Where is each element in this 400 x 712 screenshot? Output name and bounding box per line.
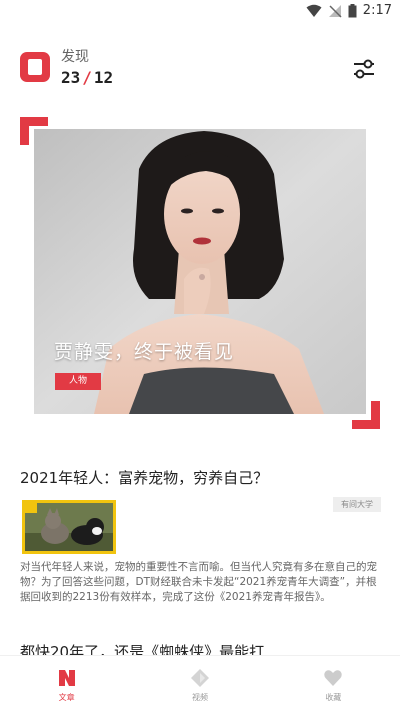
nav-item-favorites[interactable]: 收藏 (267, 656, 400, 712)
source-tag: 有间大学 (333, 497, 381, 512)
video-icon (190, 669, 209, 687)
nav-label-articles: 文章 (58, 693, 75, 702)
article-title[interactable]: 2021年轻人：富养宠物，穷养自己？ (20, 467, 268, 488)
page-counter: 23/12 (61, 68, 113, 88)
nav-label-videos: 视频 (191, 693, 208, 702)
filter-settings-icon[interactable] (352, 58, 376, 80)
battery-icon (348, 3, 357, 17)
nav-item-articles[interactable]: 文章 (0, 656, 133, 712)
thumbnail-badge (25, 503, 37, 513)
bottom-nav: 文章 视频 收藏 (0, 655, 400, 712)
article-description: 对当代年轻人来说，宠物的重要性不言而喻。但当代人究竟有多在意自己的宠物？为了回答… (20, 561, 377, 603)
featured-title: 贾静雯，终于被看见 (54, 341, 235, 363)
status-time: 2:17 (362, 3, 392, 18)
portrait-illustration (34, 129, 366, 414)
wifi-icon (306, 4, 322, 17)
pets-illustration (25, 503, 113, 551)
total-count: 12 (93, 68, 114, 87)
nav-label-favorites: 收藏 (325, 693, 342, 702)
category-tag[interactable]: 人物 (55, 373, 101, 390)
app-logo-icon (20, 52, 50, 82)
article-icon (58, 670, 75, 686)
featured-image: 贾静雯，终于被看见 人物 (34, 129, 366, 414)
no-signal-icon (328, 4, 342, 18)
nav-item-videos[interactable]: 视频 (133, 656, 266, 712)
header: 发现 23/12 (20, 48, 380, 90)
status-bar: 2:17 (0, 0, 400, 24)
current-index: 23 (61, 68, 81, 87)
counter-separator: / (82, 68, 92, 87)
featured-card[interactable]: 贾静雯，终于被看见 人物 (20, 117, 380, 429)
page-title: 发现 (61, 49, 89, 65)
heart-icon (324, 670, 343, 686)
article-thumbnail[interactable] (22, 500, 116, 554)
